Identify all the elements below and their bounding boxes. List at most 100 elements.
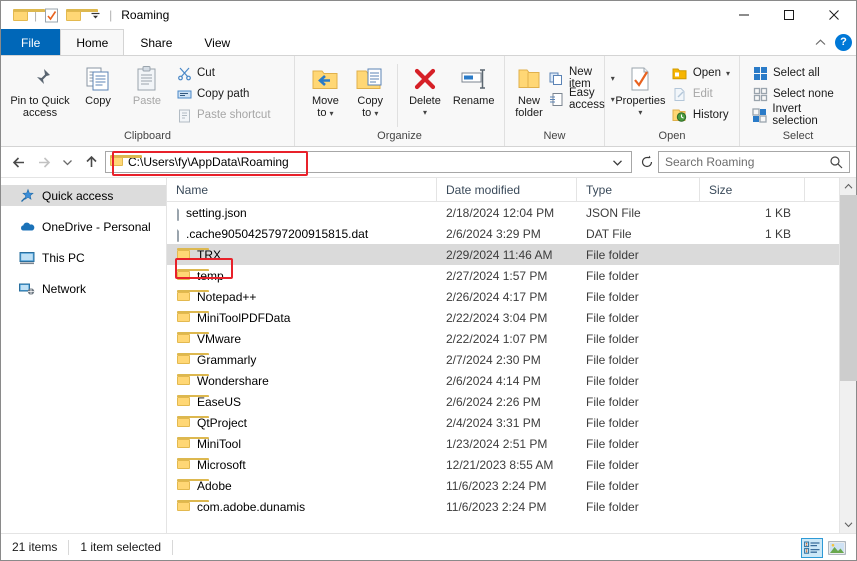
pin-to-quick-access-button[interactable]: Pin to Quick access [6,60,74,122]
clipboard-small-buttons: Cut Copy path Paste shortcut [172,60,275,125]
folder-icon [177,394,209,409]
copy-to-button[interactable]: Copy to ▾ [348,60,393,123]
address-bar[interactable]: C:\Users\fy\AppData\Roaming [105,151,632,173]
column-header-date-modified[interactable]: Date modified [437,177,577,202]
button-label-line2: folder [515,107,543,119]
table-row[interactable]: Notepad++ 2/26/2024 4:17 PM File folder [167,286,839,307]
rename-button[interactable]: Rename [448,60,499,110]
vertical-scrollbar[interactable] [839,178,857,533]
table-row[interactable]: QtProject 2/4/2024 3:31 PM File folder [167,412,839,433]
paste-button[interactable]: Paste [122,60,172,110]
recent-locations-button[interactable] [55,150,79,174]
status-bar: 21 items 1 item selected [1,533,856,560]
cell-type: File folder [586,331,639,346]
cell-type: JSON File [586,205,641,220]
folder-icon [177,289,209,304]
sidebar-item-quick-access[interactable]: Quick access [1,185,166,206]
maximize-button[interactable] [766,1,811,29]
scroll-up-button[interactable] [840,178,857,195]
paste-shortcut-button[interactable]: Paste shortcut [172,105,275,125]
scrollbar-track[interactable] [839,195,857,516]
move-to-button[interactable]: Move to ▾ [303,60,348,123]
view-mode-buttons [801,538,848,558]
history-button[interactable]: History [668,105,734,125]
folder-icon[interactable] [9,4,45,26]
chevron-down-icon[interactable] [611,157,627,168]
table-row[interactable]: Microsoft 12/21/2023 8:55 AM File folder [167,454,839,475]
table-row[interactable]: com.adobe.dunamis 11/6/2023 2:24 PM File f… [167,496,839,517]
invert-selection-button[interactable]: Invert selection [748,103,851,127]
delete-button[interactable]: Delete ▾ [402,60,449,122]
ribbon-group-clipboard: Pin to Quick access Copy Paste Cut Copy … [1,56,295,146]
copy-path-button[interactable]: Copy path [172,84,275,104]
button-label-line1: Copy [85,95,111,107]
sidebar-item-network[interactable]: Network [1,278,166,299]
column-header-size[interactable]: Size [700,177,805,202]
table-row[interactable]: temp 2/27/2024 1:57 PM File folder [167,265,839,286]
customize-qat-chevron-icon[interactable] [84,4,106,26]
dropdown-caret[interactable]: ▾ [726,69,730,78]
refresh-button[interactable] [636,151,658,173]
up-button[interactable] [79,150,103,174]
properties-check-icon[interactable] [40,4,62,26]
close-button[interactable] [811,1,856,29]
scrollbar-thumb[interactable] [839,195,857,382]
open-button[interactable]: Open ▾ [668,63,734,83]
ribbon-group-open: Properties ▾ Open ▾ Edit History Open [605,56,740,146]
folder-icon [177,478,209,493]
column-header-name[interactable]: Name [167,177,437,202]
tab-view[interactable]: View [188,29,246,55]
select-none-button[interactable]: Select none [748,84,851,104]
invert-selection-icon [752,107,767,123]
edit-button[interactable]: Edit [668,84,734,104]
copy-button[interactable]: Copy [74,60,122,110]
table-row[interactable]: setting.json 2/18/2024 12:04 PM JSON File 1… [167,202,839,223]
file-name-label: com.adobe.dunamis [197,499,306,514]
column-header-type[interactable]: Type [577,177,700,202]
help-icon[interactable]: ? [835,33,852,51]
cell-date-modified: 2/6/2024 4:14 PM [446,373,541,388]
search-input[interactable]: Search Roaming [658,151,850,173]
table-row[interactable]: Wondershare 2/6/2024 4:14 PM File folder [167,370,839,391]
cut-button[interactable]: Cut [172,63,275,83]
table-row[interactable]: Grammarly 2/7/2024 2:30 PM File folder [167,349,839,370]
table-row[interactable]: VMware 2/22/2024 1:07 PM File folder [167,328,839,349]
tab-share[interactable]: Share [124,29,188,55]
tab-file[interactable]: File [1,29,61,55]
ribbon-group-label: Select [782,130,814,142]
new-folder-icon[interactable] [62,4,98,26]
sidebar-item-onedrive[interactable]: OneDrive - Personal [1,216,166,237]
network-icon [19,281,35,297]
table-row[interactable]: .cache9050425797200915815.dat 2/6/2024 3:… [167,223,839,244]
back-button[interactable] [7,150,31,174]
details-view-button[interactable] [801,538,823,558]
folder-icon [177,436,209,451]
scroll-down-button[interactable] [840,516,857,533]
dropdown-caret[interactable]: ▾ [638,107,642,119]
file-name-label: .cache9050425797200915815.dat [186,226,369,241]
select-all-button[interactable]: Select all [748,63,851,83]
large-icons-view-button[interactable] [826,538,848,558]
dropdown-caret[interactable]: ▾ [423,107,427,119]
cell-size: 1 KB [764,226,791,241]
table-row[interactable]: MiniToolPDFData 2/22/2024 3:04 PM File fol… [167,307,839,328]
table-row[interactable]: TRX 2/29/2024 11:46 AM File folder [167,244,839,265]
properties-button[interactable]: Properties ▾ [613,60,668,122]
magnifier-icon[interactable] [829,155,843,169]
button-label-line1: Copy [357,95,384,107]
collapse-ribbon-icon[interactable] [814,38,827,47]
cell-date-modified: 11/6/2023 2:24 PM [446,499,547,514]
tab-home[interactable]: Home [60,29,125,55]
ribbon-group-label: Open [658,130,686,142]
table-row[interactable]: MiniTool 1/23/2024 2:51 PM File folder [167,433,839,454]
paste-shortcut-icon [176,107,192,123]
title-bar: | | Roaming [1,1,856,29]
minimize-button[interactable] [721,1,766,29]
sidebar-item-this-pc[interactable]: This PC [1,247,166,268]
table-row[interactable]: Adobe 11/6/2023 2:24 PM File folder [167,475,839,496]
sidebar-item-label: Quick access [42,188,114,203]
open-small-buttons: Open ▾ Edit History [668,60,734,125]
table-row[interactable]: EaseUS 2/6/2024 2:26 PM File folder [167,391,839,412]
new-folder-button[interactable]: New folder [513,60,545,122]
forward-button[interactable] [31,150,55,174]
